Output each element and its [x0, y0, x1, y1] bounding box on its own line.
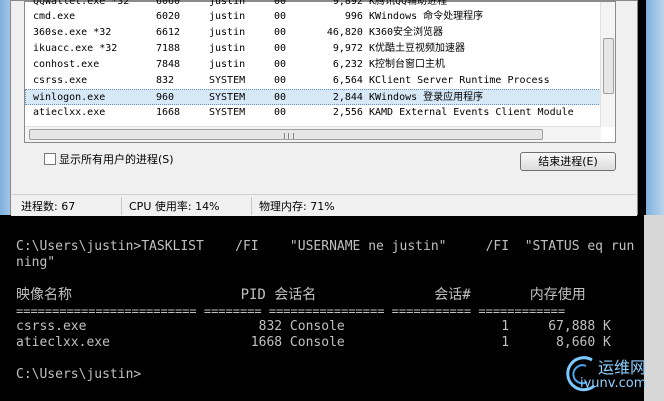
physical-memory: 物理内存: 71%: [259, 200, 335, 213]
console-header: 映像名称 PID 会话名 会话# 内存使用: [16, 287, 586, 303]
process-row[interactable]: ikuacc.exe *32 7188 justin 00 9,972 K 优酷土豆视频加…: [25, 41, 605, 57]
task-manager-window: QQWallet.exe *32 6060 justin 00 9,892 K 腾讯QQ辅…: [10, 0, 638, 216]
process-row[interactable]: 360se.exe *32 6612 justin 00 46,820 K 360安全浏览…: [25, 25, 605, 41]
window-edge-right: [646, 0, 664, 215]
show-all-users-checkbox[interactable]: [44, 153, 56, 165]
console-row: csrss.exe 832 Console 1 67,888 K: [16, 319, 611, 334]
cpu-usage: CPU 使用率: 14%: [129, 200, 220, 213]
console-line: C:\Users\justin>TASKLIST /FI "USERNAME n…: [16, 239, 635, 254]
console-separator: ========================= ======== =====…: [16, 304, 566, 318]
vscroll-thumb[interactable]: [603, 38, 614, 94]
process-list-vscroll[interactable]: [600, 2, 615, 127]
process-row[interactable]: csrss.exe 832 SYSTEM 00 6,564 K Client Server…: [25, 73, 605, 89]
show-all-users-label: 显示所有用户的进程(S): [59, 153, 174, 166]
process-row[interactable]: atieclxx.exe 1668 SYSTEM 00 2,556 K AMD Exter…: [25, 105, 605, 121]
process-row[interactable]: cmd.exe 6020 justin 00 996 K Windows 命令处理程序: [25, 9, 605, 25]
site-watermark: 运维网 iyunv.com: [556, 352, 662, 400]
process-list-hscroll[interactable]: [25, 126, 601, 142]
process-count: 进程数: 67: [21, 200, 76, 213]
watermark-logo-icon: [566, 356, 595, 392]
status-divider: [121, 197, 122, 215]
hscroll-thumb[interactable]: [29, 129, 543, 140]
process-list[interactable]: QQWallet.exe *32 6060 justin 00 9,892 K 腾讯QQ辅…: [24, 0, 616, 143]
watermark-url: iyunv.com: [580, 376, 647, 391]
status-bar: 进程数: 67 CPU 使用率: 14% 物理内存: 71%: [11, 194, 637, 216]
console-line: ning": [16, 255, 56, 270]
process-row-selected[interactable]: winlogon.exe 960 SYSTEM 00 2,844 K Windows 登录…: [25, 89, 605, 105]
console-prompt[interactable]: C:\Users\justin>: [16, 367, 141, 383]
process-row[interactable]: conhost.exe 7848 justin 00 6,232 K 控制台窗口主机: [25, 57, 605, 73]
watermark-text: 运维网: [598, 358, 647, 377]
console-row: atieclxx.exe 1668 Console 1 8,660 K: [16, 335, 611, 350]
grip-icon: [284, 133, 294, 139]
end-process-button[interactable]: 结束进程(E): [520, 152, 616, 171]
status-divider: [251, 197, 252, 215]
